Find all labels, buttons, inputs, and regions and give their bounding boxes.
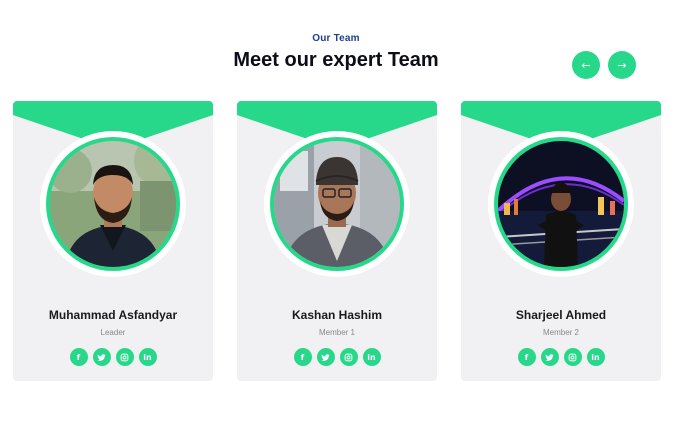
member-role: Member 2	[542, 328, 579, 337]
member-photo	[274, 141, 400, 267]
instagram-icon[interactable]	[563, 348, 582, 366]
member-name: Kashan Hashim	[291, 308, 383, 322]
avatar-frame	[488, 131, 634, 277]
slider-prev-button[interactable]: ←	[572, 51, 600, 79]
member-role: Member 1	[318, 328, 355, 337]
member-photo	[498, 141, 624, 267]
slider-next-button[interactable]: →	[608, 51, 636, 79]
member-name: Sharjeel Ahmed	[515, 308, 607, 322]
arrow-right-icon: →	[617, 58, 627, 72]
member-role: Leader	[100, 328, 126, 337]
twitter-icon[interactable]	[316, 348, 335, 366]
social-links: f in	[461, 348, 661, 366]
facebook-icon[interactable]: f	[293, 348, 312, 366]
member-photo	[50, 141, 176, 267]
linkedin-icon[interactable]: in	[138, 348, 157, 366]
twitter-icon[interactable]	[92, 348, 111, 366]
avatar-frame	[264, 131, 410, 277]
linkedin-icon[interactable]: in	[362, 348, 381, 366]
avatar-frame	[40, 131, 186, 277]
twitter-icon[interactable]	[540, 348, 559, 366]
instagram-icon[interactable]	[115, 348, 134, 366]
social-links: f in	[237, 348, 437, 366]
section-eyebrow: Our Team	[312, 33, 360, 44]
section-title: Meet our expert Team	[233, 49, 439, 71]
facebook-icon[interactable]: f	[69, 348, 88, 366]
member-name: Muhammad Asfandyar	[48, 308, 178, 322]
arrow-left-icon: ←	[581, 58, 591, 72]
facebook-icon[interactable]: f	[517, 348, 536, 366]
team-card: Muhammad Asfandyar Leader f in	[13, 101, 213, 381]
social-links: f in	[13, 348, 213, 366]
team-card: Kashan Hashim Member 1 f in	[237, 101, 437, 381]
linkedin-icon[interactable]: in	[586, 348, 605, 366]
instagram-icon[interactable]	[339, 348, 358, 366]
team-card: Sharjeel Ahmed Member 2 f in	[461, 101, 661, 381]
